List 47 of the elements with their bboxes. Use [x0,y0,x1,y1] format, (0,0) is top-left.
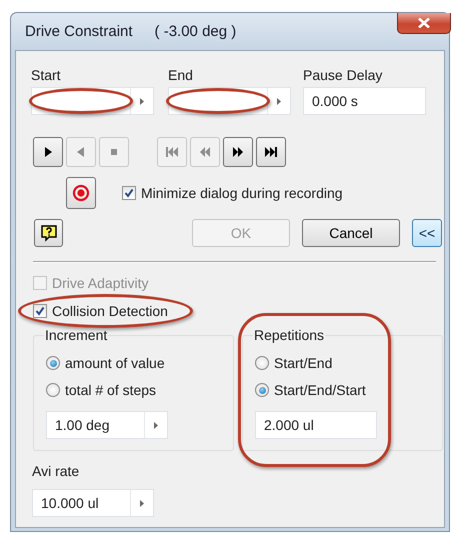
transport-button[interactable] [33,137,63,167]
transport-button[interactable] [223,137,253,167]
radio-label[interactable]: total # of steps [65,380,156,400]
field-label: Avi rate [32,463,80,479]
spinner-field[interactable]: 10.000 ul [32,489,154,517]
skip-start-icon [165,145,179,159]
dialog-button[interactable]: Cancel [302,219,400,247]
input-field[interactable]: 0.000 s [303,87,426,115]
radio-label[interactable]: amount of value [65,353,165,373]
check-icon [124,188,134,198]
group-label: Repetitions [253,327,326,343]
transport-button[interactable] [256,137,286,167]
window-title: Drive Constraint [25,23,133,40]
record-button[interactable] [66,177,96,209]
spinner-field[interactable]: 1.00 deg [46,411,168,439]
radio-label[interactable]: Start/End [274,353,332,373]
close-button[interactable] [397,13,451,34]
radio-label[interactable]: Start/End/Start [274,380,366,400]
angle-reading: ( -3.00 deg ) [154,23,236,40]
field-label: End [168,67,194,83]
checkbox-label[interactable]: Minimize dialog during recording [141,183,343,203]
group-label: Increment [44,327,108,343]
checkbox[interactable] [122,186,136,200]
rewind-icon [198,145,212,159]
close-icon [418,18,430,28]
spinner-field[interactable] [168,87,291,115]
check-icon [35,306,45,316]
record-icon [72,184,90,202]
radio-button[interactable] [46,356,60,370]
checkbox-label[interactable]: Collision Detection [52,301,168,321]
radio-button[interactable] [255,356,269,370]
field-label: Start [31,67,62,83]
arrow-icon[interactable] [277,98,281,104]
help-button[interactable] [34,219,63,247]
arrow-icon[interactable] [140,98,144,104]
help-icon [40,224,58,242]
dialog-button[interactable]: << [412,219,442,247]
field-label: Pause Delay [303,67,384,83]
input-field[interactable]: 2.000 ul [255,411,377,439]
checkbox[interactable] [33,304,47,318]
fast-forward-icon [231,145,245,159]
radio-button[interactable] [255,383,269,397]
arrow-icon[interactable] [140,500,144,506]
radio-button[interactable] [46,383,60,397]
spinner-field[interactable] [31,87,154,115]
arrow-icon[interactable] [154,422,158,428]
skip-end-icon [264,145,278,159]
